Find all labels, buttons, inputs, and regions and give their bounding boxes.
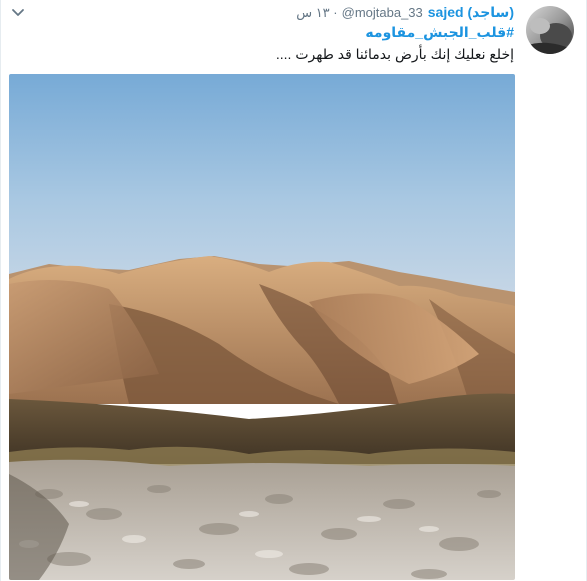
timestamp-separator: ·	[333, 5, 338, 20]
tweet: ١٣ س · @mojtaba_33 sajed (ساجد) #قلب_الج…	[0, 0, 587, 581]
tweet-text: إخلع نعليك إنك بأرض بدمائنا قد طهرت ....	[275, 46, 514, 62]
hashtag-link[interactable]: #قلب_الجبش_مقاومه	[365, 24, 514, 41]
avatar[interactable]	[526, 6, 574, 54]
timestamp-value[interactable]: ١٣ س	[296, 5, 329, 20]
timestamp[interactable]: ١٣ س ·	[296, 5, 337, 21]
user-display-name[interactable]: sajed (ساجد)	[428, 4, 514, 21]
tweet-media-photo[interactable]	[9, 74, 515, 580]
user-handle[interactable]: @mojtaba_33	[342, 5, 423, 20]
chevron-down-icon[interactable]	[10, 4, 26, 20]
tweet-header: ١٣ س · @mojtaba_33 sajed (ساجد)	[296, 4, 514, 24]
